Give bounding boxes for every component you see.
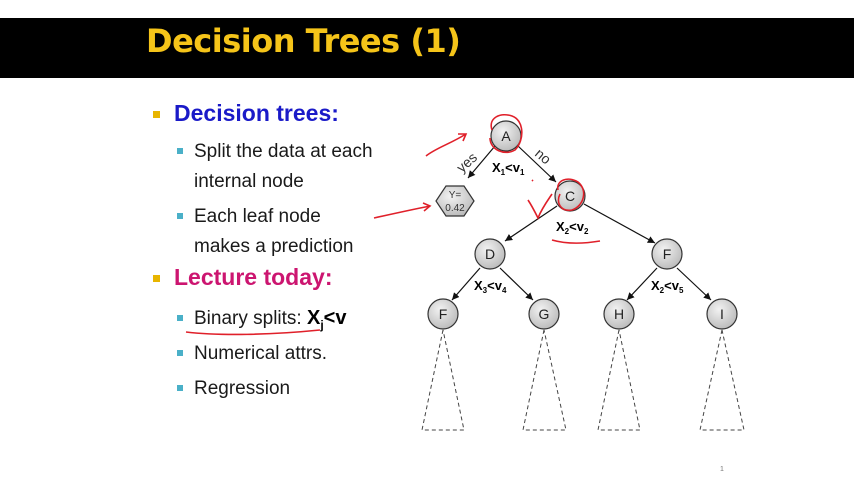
split-label: X2<v2	[556, 219, 589, 236]
split-label: X2<v5	[651, 278, 684, 295]
node-label: A	[501, 128, 511, 144]
edge-label-yes: yes	[453, 149, 480, 175]
node-label: F	[663, 246, 672, 262]
subtree-triangle	[597, 329, 641, 431]
underline-split	[551, 239, 601, 244]
split-label: X3<v4	[474, 278, 507, 295]
node-label: I	[720, 306, 724, 322]
arrow-stroke-a	[425, 133, 467, 157]
dot-annotation	[531, 179, 534, 182]
leaf-label-line1: Y=	[449, 190, 462, 201]
node-label: F	[439, 306, 448, 322]
leaf-label-line2: 0.42	[445, 203, 465, 214]
node-label: G	[539, 306, 550, 322]
subtree-triangle	[522, 329, 567, 431]
page-number: 1	[720, 466, 724, 473]
tick-annotation	[527, 193, 553, 220]
node-label: H	[614, 306, 624, 322]
split-label: X1<v1	[492, 160, 525, 177]
arrow-stroke-leaf	[373, 205, 431, 219]
red-pen-annotations	[373, 114, 601, 244]
node-label: C	[565, 188, 575, 204]
subtree-triangle	[699, 329, 745, 431]
edge-label-no: no	[532, 145, 554, 167]
node-label: D	[485, 246, 495, 262]
decision-tree-diagram: Y= 0.42 A C D F F G H I yes no X1<v1 X2<…	[373, 114, 745, 431]
subtree-triangle	[421, 329, 465, 431]
subtree-placeholders	[421, 329, 745, 431]
